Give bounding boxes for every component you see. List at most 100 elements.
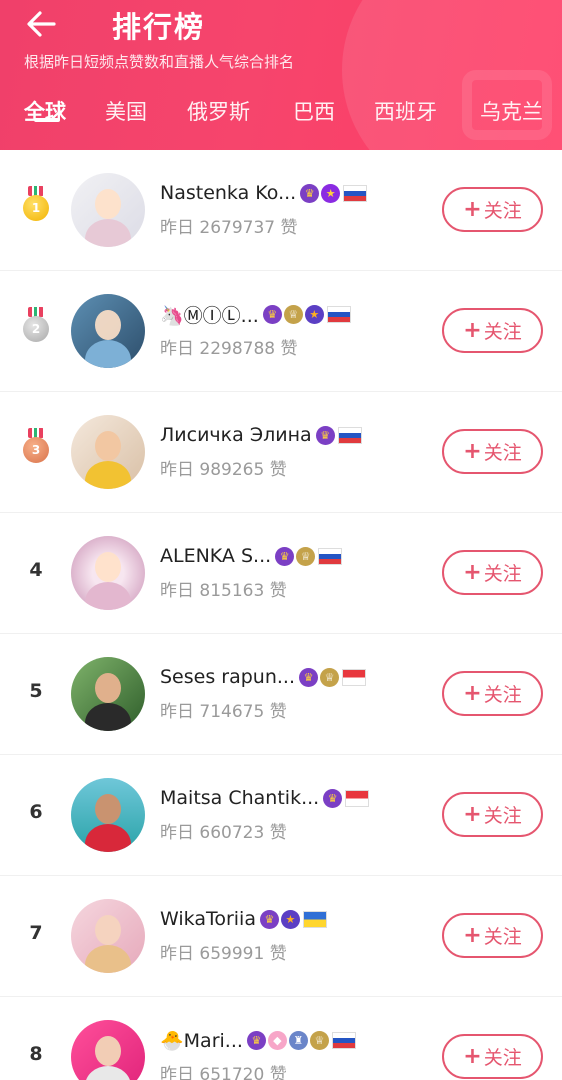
- user-name-line: 🦄ⓂⒾⓁ... ♛ ♕ ★: [160, 302, 351, 327]
- user-name-line: Maitsa Chantik... ♛: [160, 786, 370, 810]
- tab-russia[interactable]: 俄罗斯: [187, 96, 250, 126]
- user-name: Maitsa Chantik...: [160, 787, 320, 809]
- active-tab-indicator: [34, 118, 60, 122]
- gold-badge-icon: ♕: [320, 667, 339, 687]
- avatar[interactable]: [71, 415, 145, 489]
- user-name-line: WikaToriia ♛ ★: [160, 907, 327, 931]
- follow-button[interactable]: + 关注: [442, 792, 543, 837]
- avatar[interactable]: [71, 1020, 145, 1080]
- ranking-row[interactable]: 2 🦄ⓂⒾⓁ... ♛ ♕ ★ 昨日 2298788 赞 + 关注: [0, 271, 562, 392]
- follow-button[interactable]: + 关注: [442, 187, 543, 232]
- likes-count: 昨日 2679737 赞: [160, 218, 298, 238]
- likes-count: 昨日 2298788 赞: [160, 339, 298, 359]
- star-icon: ★: [321, 183, 341, 203]
- crown-icon: ♛: [300, 183, 320, 203]
- avatar[interactable]: [71, 294, 145, 368]
- user-name: Nastenka Ko...: [160, 182, 297, 204]
- tab-brazil[interactable]: 巴西: [293, 96, 335, 126]
- crown-icon: ♛: [259, 909, 279, 929]
- rank-number: 6: [29, 801, 43, 823]
- avatar[interactable]: [71, 657, 145, 731]
- ranking-row[interactable]: 5 Seses rapun... ♛ ♕ 昨日 714675 赞 + 关注: [0, 634, 562, 755]
- tab-ukraine[interactable]: 乌克兰: [480, 96, 543, 126]
- likes-count: 昨日 660723 赞: [160, 823, 287, 843]
- likes-count: 昨日 815163 赞: [160, 581, 287, 601]
- gold-badge-icon: ♕: [309, 1030, 329, 1050]
- back-arrow-icon[interactable]: [22, 6, 62, 42]
- ukraine-flag-icon: [302, 910, 327, 928]
- follow-button[interactable]: + 关注: [442, 1034, 543, 1079]
- follow-button[interactable]: + 关注: [442, 550, 543, 595]
- crown-icon: ♛: [262, 304, 282, 324]
- silver-medal-icon: 2: [21, 307, 51, 347]
- user-name: Лисичка Элина: [160, 424, 312, 446]
- crown-icon: ♛: [246, 1030, 266, 1050]
- follow-button[interactable]: + 关注: [442, 308, 543, 353]
- crown-icon: ♛: [275, 546, 295, 566]
- plus-icon: +: [463, 1044, 482, 1069]
- ranking-row[interactable]: 1 Nastenka Ko... ♛ ★ 昨日 2679737 赞 + 关注: [0, 150, 562, 271]
- user-name: 🦄ⓂⒾⓁ...: [160, 304, 259, 327]
- crown-icon: ♛: [315, 425, 335, 445]
- indonesia-flag-icon: [342, 668, 366, 686]
- russia-flag-icon: [337, 426, 362, 444]
- follow-button[interactable]: + 关注: [442, 671, 543, 716]
- ranking-list: 1 Nastenka Ko... ♛ ★ 昨日 2679737 赞 + 关注 2 …: [0, 150, 562, 1080]
- plus-icon: +: [463, 560, 482, 585]
- avatar[interactable]: [71, 778, 145, 852]
- ranking-row[interactable]: 6 Maitsa Chantik... ♛ 昨日 660723 赞 + 关注: [0, 755, 562, 876]
- user-name: Seses rapun...: [160, 666, 295, 688]
- gold-badge-icon: ♕: [296, 546, 316, 566]
- plus-icon: +: [463, 439, 482, 464]
- rank-number: 8: [29, 1043, 43, 1065]
- header-bar: 排行榜 根据昨日短频点赞数和直播人气综合排名 全球 美国 俄罗斯 巴西 西班牙 …: [0, 0, 562, 150]
- plus-icon: +: [463, 318, 482, 343]
- likes-count: 昨日 714675 赞: [160, 702, 287, 722]
- region-tabs: 全球 美国 俄罗斯 巴西 西班牙 乌克兰: [0, 96, 562, 136]
- gold-medal-icon: 1: [21, 186, 51, 226]
- tab-usa[interactable]: 美国: [105, 96, 147, 126]
- user-name-line: Лисичка Элина ♛: [160, 423, 362, 447]
- user-name: ALENKA S...: [160, 545, 272, 567]
- crown-icon: ♛: [323, 788, 343, 808]
- russia-flag-icon: [326, 305, 351, 323]
- plus-icon: +: [463, 681, 482, 706]
- russia-flag-icon: [331, 1031, 356, 1049]
- orange-star-icon: ★: [304, 304, 324, 324]
- rank-number: 7: [29, 922, 43, 944]
- user-name: 🐣Mari...: [160, 1029, 243, 1052]
- avatar[interactable]: [71, 536, 145, 610]
- ranking-row[interactable]: 4 ALENKA S... ♛ ♕ 昨日 815163 赞 + 关注: [0, 513, 562, 634]
- avatar[interactable]: [71, 899, 145, 973]
- rank-number: 5: [29, 680, 43, 702]
- user-name-line: 🐣Mari... ♛ ◆ ♜ ♕: [160, 1028, 356, 1052]
- ranking-row[interactable]: 3 Лисичка Элина ♛ 昨日 989265 赞 + 关注: [0, 392, 562, 513]
- follow-button[interactable]: + 关注: [442, 429, 543, 474]
- follow-button[interactable]: + 关注: [442, 913, 543, 958]
- user-name-line: ALENKA S... ♛ ♕: [160, 544, 343, 568]
- crown-icon: ♛: [299, 667, 318, 687]
- plus-icon: +: [463, 197, 482, 222]
- blue-badge-icon: ♜: [288, 1030, 308, 1050]
- likes-count: 昨日 651720 赞: [160, 1065, 287, 1080]
- indonesia-flag-icon: [345, 789, 370, 807]
- russia-flag-icon: [318, 547, 343, 565]
- gold-badge-icon: ♕: [283, 304, 303, 324]
- tab-spain[interactable]: 西班牙: [374, 96, 437, 126]
- plus-icon: +: [463, 802, 482, 827]
- rank-number: 4: [29, 559, 43, 581]
- user-name-line: Nastenka Ko... ♛ ★: [160, 181, 368, 205]
- russia-flag-icon: [343, 184, 368, 202]
- likes-count: 昨日 989265 赞: [160, 460, 287, 480]
- ranking-row[interactable]: 7 WikaToriia ♛ ★ 昨日 659991 赞 + 关注: [0, 876, 562, 997]
- page-subtitle: 根据昨日短频点赞数和直播人气综合排名: [24, 53, 295, 71]
- ranking-row[interactable]: 8 🐣Mari... ♛ ◆ ♜ ♕ 昨日 651720 赞 + 关注: [0, 997, 562, 1080]
- orange-star-icon: ★: [280, 909, 300, 929]
- bronze-medal-icon: 3: [21, 428, 51, 468]
- page-title: 排行榜: [112, 10, 206, 44]
- plus-icon: +: [463, 923, 482, 948]
- diamond-icon: ◆: [267, 1030, 287, 1050]
- likes-count: 昨日 659991 赞: [160, 944, 287, 964]
- avatar[interactable]: [71, 173, 145, 247]
- user-name-line: Seses rapun... ♛ ♕: [160, 665, 366, 689]
